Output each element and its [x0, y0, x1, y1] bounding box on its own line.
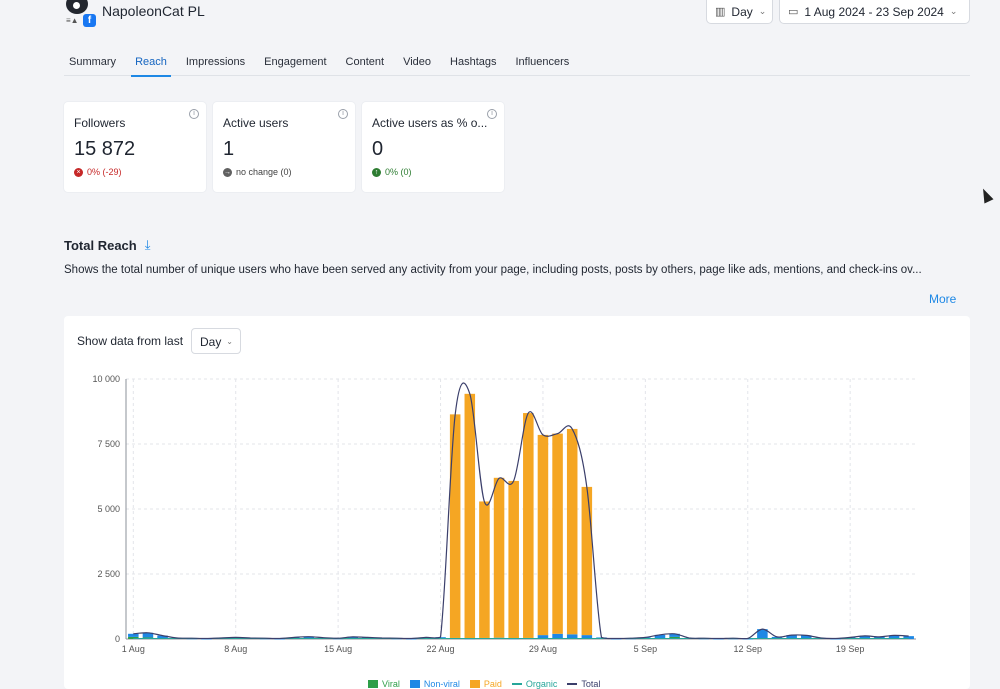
legend-label: Paid — [483, 679, 502, 689]
legend-swatch — [409, 680, 420, 688]
bar-paid — [464, 393, 476, 639]
x-tick-label: 19 Sep — [836, 644, 865, 654]
bar-paid — [508, 480, 519, 639]
y-tick-label: 0 — [115, 634, 120, 644]
bar-paid — [493, 477, 505, 638]
legend-label: Total — [581, 679, 601, 689]
legend-swatch — [368, 680, 378, 688]
x-tick-label: 22 Aug — [427, 644, 455, 654]
legend-swatch — [469, 680, 480, 688]
legend-item-total[interactable]: Total — [567, 679, 600, 689]
legend-item-nonviral[interactable]: Non-viral — [409, 679, 460, 689]
legend-item-viral[interactable]: Viral — [368, 679, 400, 689]
bar-paid — [552, 433, 563, 634]
legend-item-organic[interactable]: Organic — [511, 679, 558, 689]
bar-paid — [449, 414, 461, 638]
legend-swatch — [511, 683, 522, 685]
series-total-line — [133, 382, 909, 640]
legend-label: Non-viral — [423, 679, 460, 689]
total-reach-chart[interactable]: 10 000 7 500 5 000 2 500 01 Aug 8 Aug 15 Aug 22… — [0, 0, 1000, 689]
bar-paid — [479, 501, 490, 638]
x-tick-label: 5 Sep — [634, 644, 658, 654]
y-tick-label: 5 000 — [97, 504, 120, 514]
bar-nonviral — [128, 633, 139, 637]
legend-label: Viral — [382, 679, 400, 689]
bar-paid — [523, 413, 534, 638]
bar-paid — [566, 428, 578, 635]
x-tick-label: 8 Aug — [224, 644, 247, 654]
bar-paid — [581, 486, 593, 636]
bar-paid — [537, 434, 549, 636]
legend-label: Organic — [525, 679, 558, 689]
y-tick-label: 2 500 — [97, 569, 120, 579]
y-tick-label: 7 500 — [97, 439, 120, 449]
chart-legend: Viral Non-viral Paid Organic Total — [368, 679, 610, 689]
x-tick-label: 15 Aug — [324, 644, 352, 654]
legend-swatch — [567, 683, 578, 685]
legend-item-paid[interactable]: Paid — [469, 679, 502, 689]
x-tick-label: 29 Aug — [529, 644, 557, 654]
x-tick-label: 1 Aug — [122, 644, 145, 654]
y-tick-label: 10 000 — [92, 374, 120, 384]
x-tick-label: 12 Sep — [733, 644, 762, 654]
